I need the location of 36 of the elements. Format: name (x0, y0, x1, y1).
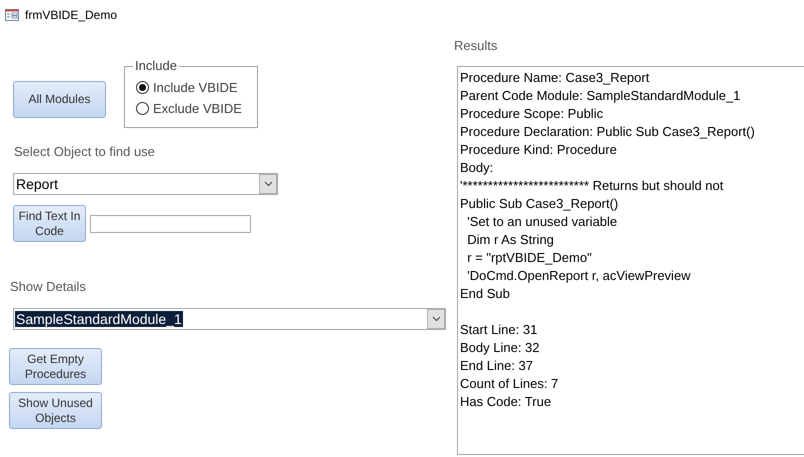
radio-label[interactable]: Exclude VBIDE (153, 101, 242, 116)
field-label: Select Object to find use (14, 144, 155, 159)
results-text-box[interactable] (457, 66, 804, 455)
result-line: End Sub (460, 285, 511, 303)
form-title: frmVBIDE_Demo (25, 8, 118, 22)
result-line: Procedure Kind: Procedure (460, 141, 618, 159)
result-line: Body: (460, 159, 494, 177)
result-line: 'Set to an unused variable (466, 213, 618, 231)
result-line: Procedure Scope: Public (460, 105, 604, 123)
result-line: Procedure Declaration: Public Sub Case3_Report() (460, 123, 756, 141)
find-text-button[interactable]: Find Text In Code (13, 205, 86, 242)
result-line: '************************* Returns but should not (460, 177, 724, 195)
module-dropdown[interactable]: SampleStandardModule_1 (13, 308, 446, 330)
result-line: Start Line: 31 (460, 321, 538, 339)
command-button[interactable]: Show Unused Objects (9, 392, 102, 429)
radio-button[interactable] (136, 81, 149, 94)
all-modules-button[interactable]: All Modules (13, 81, 106, 118)
result-line: Has Code: True (460, 393, 552, 411)
result-line: Parent Code Module: SampleStandardModule_1 (460, 87, 742, 105)
result-line: Count of Lines: 7 (460, 375, 560, 393)
result-line: Public Sub Case3_Report() (460, 195, 620, 213)
field-label: Show Details (10, 279, 86, 294)
result-line: Procedure Name: Case3_Report (460, 69, 650, 87)
radio-label[interactable]: Include VBIDE (153, 80, 238, 95)
form-icon (5, 9, 19, 21)
search-text-field[interactable] (90, 214, 251, 232)
command-button[interactable]: Get Empty Procedures (9, 348, 102, 385)
result-line: r = "rptVBIDE_Demo" (466, 249, 593, 267)
group-legend: Include (133, 58, 179, 73)
object-dropdown[interactable]: Report (13, 173, 278, 195)
result-line: Dim r As String (466, 231, 555, 249)
result-line: 'DoCmd.OpenReport r, acViewPreview (466, 267, 692, 285)
result-line: Body Line: 32 (460, 339, 541, 357)
radio-button[interactable] (136, 102, 149, 115)
result-line: End Line: 37 (460, 357, 534, 375)
results-label: Results (454, 38, 498, 53)
